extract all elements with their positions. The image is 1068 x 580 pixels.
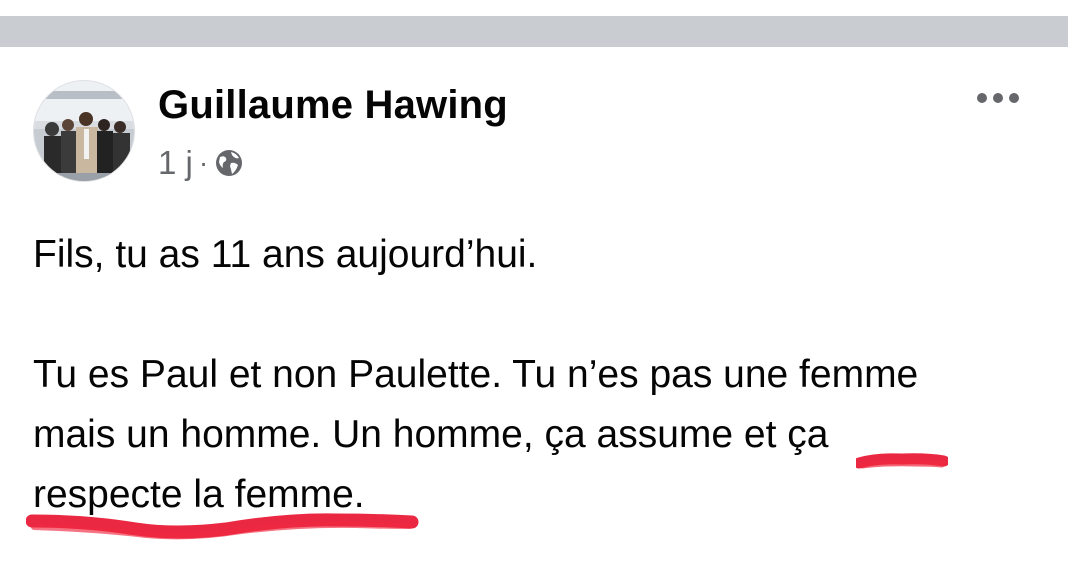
more-options-button[interactable]	[968, 83, 1028, 113]
feed-post: Guillaume Hawing 1 j · Fils, tu as 11 an…	[0, 47, 1068, 580]
top-background	[0, 0, 1068, 16]
post-timestamp[interactable]: 1 j	[158, 144, 193, 182]
post-body: Fils, tu as 11 ans aujourd’hui. Tu es Pa…	[33, 225, 1053, 525]
post-meta: 1 j ·	[158, 143, 244, 183]
globe-icon[interactable]	[214, 148, 244, 178]
post-paragraph-1-line-1: Fils, tu as 11 ans aujourd’hui.	[33, 233, 538, 276]
author-name[interactable]: Guillaume Hawing	[158, 83, 508, 128]
meta-separator: ·	[198, 147, 209, 178]
feed-separator-bar	[0, 16, 1068, 47]
post-paragraph-2-line-1: Tu es Paul et non Paulette. Tu n’es pas …	[33, 353, 919, 396]
more-options-icon	[977, 93, 1019, 103]
red-underline-annotation-2	[26, 513, 419, 540]
author-avatar[interactable]	[33, 80, 135, 182]
red-underline-annotation-1	[856, 453, 948, 469]
